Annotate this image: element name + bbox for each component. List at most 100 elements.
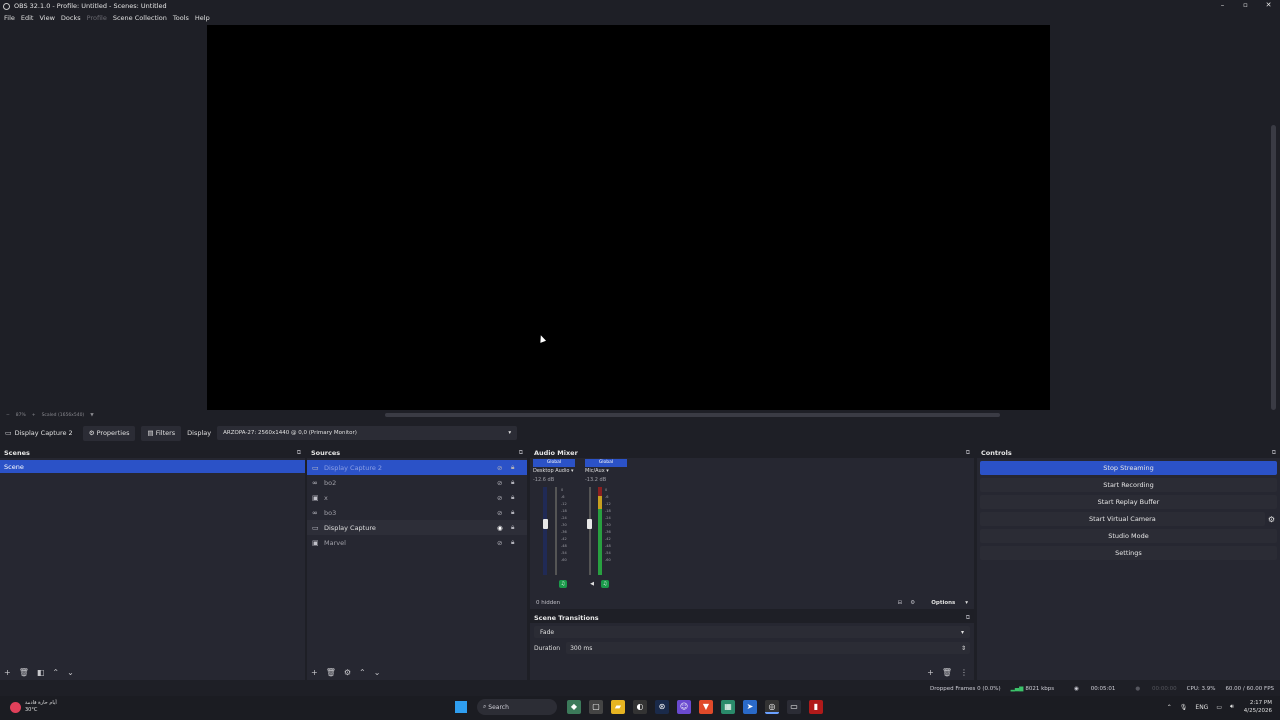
undock-icon[interactable]: ⧉	[966, 614, 970, 622]
preview-vertical-scrollbar[interactable]	[1268, 25, 1280, 410]
tray-overflow-icon[interactable]: ⌃	[1167, 704, 1172, 711]
settings-button[interactable]: Settings	[980, 546, 1277, 560]
zoom-dropdown-icon[interactable]: ▼	[90, 413, 93, 418]
add-scene-icon[interactable]: +	[4, 668, 11, 677]
discord-icon[interactable]: ☺	[677, 700, 691, 714]
menu-profile[interactable]: Profile	[87, 14, 107, 22]
source-row[interactable]: ▣ x ⊘ 🔒︎	[307, 490, 527, 505]
display-select[interactable]: ARZOPA-27: 2560x1440 @ 0,0 (Primary Moni…	[217, 426, 518, 440]
source-properties-icon[interactable]: ⚙	[344, 668, 351, 677]
menu-scene-collection[interactable]: Scene Collection	[113, 14, 167, 22]
menu-view[interactable]: View	[39, 14, 54, 22]
file-explorer-icon[interactable]: ▰	[611, 700, 625, 714]
visibility-hidden-icon[interactable]: ⊘	[497, 494, 502, 502]
undock-icon[interactable]: ⧉	[966, 449, 970, 457]
undock-icon[interactable]: ⧉	[1272, 449, 1276, 457]
move-up-icon[interactable]: ⌃	[52, 668, 59, 677]
source-row[interactable]: ▭ Display Capture 2 ⊘ 🔒︎	[307, 460, 527, 475]
network-icon[interactable]: ▭	[1216, 704, 1222, 711]
remove-source-icon[interactable]: 🗑	[326, 668, 336, 677]
volume-fader-track[interactable]	[589, 487, 591, 575]
source-row[interactable]: ▣ Marvel ⊘ 🔒︎	[307, 535, 527, 550]
zoom-out-button[interactable]: −	[6, 413, 10, 418]
menu-help[interactable]: Help	[195, 14, 210, 22]
start-virtual-camera-button[interactable]: Start Virtual Camera	[980, 512, 1265, 526]
visibility-hidden-icon[interactable]: ⊘	[497, 464, 502, 472]
widget-app-icon[interactable]: ◆	[567, 700, 581, 714]
scene-filters-icon[interactable]: ◧	[37, 668, 45, 677]
visibility-icon[interactable]: ◉	[497, 524, 503, 532]
lock-icon[interactable]: 🔒︎	[511, 508, 514, 517]
mixer-layout-icon[interactable]: ⊟	[898, 600, 903, 606]
add-transition-icon[interactable]: +	[927, 668, 934, 677]
remove-scene-icon[interactable]: 🗑	[19, 668, 29, 677]
app-icon[interactable]: ▮	[809, 700, 823, 714]
menu-file[interactable]: File	[4, 14, 15, 22]
move-down-icon[interactable]: ⌄	[374, 668, 381, 677]
studio-mode-button[interactable]: Studio Mode	[980, 529, 1277, 543]
spin-arrows-icon[interactable]: ⇕	[961, 645, 966, 652]
more-options-icon[interactable]: ⋮	[960, 668, 968, 677]
task-view-icon[interactable]: ▢	[589, 700, 603, 714]
source-row[interactable]: ∞ bo3 ⊘ 🔒︎	[307, 505, 527, 520]
brave-browser-icon[interactable]: ▼	[699, 700, 713, 714]
lock-icon[interactable]: 🔒︎	[511, 463, 514, 472]
undock-icon[interactable]: ⧉	[297, 449, 301, 457]
lock-icon[interactable]: 🔒︎	[511, 523, 514, 532]
transition-select[interactable]: Fade ▾	[534, 626, 970, 638]
zoom-in-button[interactable]: +	[32, 413, 36, 418]
preview-canvas[interactable]	[207, 25, 1050, 410]
taskbar-search[interactable]: ⌕ Search	[477, 699, 557, 715]
lock-icon[interactable]: 🔒︎	[511, 478, 514, 487]
add-source-icon[interactable]: +	[311, 668, 318, 677]
minimize-icon[interactable]: –	[1211, 0, 1234, 12]
move-down-icon[interactable]: ⌄	[67, 668, 74, 677]
obs-taskbar-icon[interactable]: ◎	[765, 700, 779, 714]
menu-docks[interactable]: Docks	[61, 14, 81, 22]
duration-spinbox[interactable]: 300 ms ⇕	[566, 642, 970, 654]
channel-name[interactable]: Mic/Aux ▾	[585, 467, 627, 476]
move-up-icon[interactable]: ⌃	[359, 668, 366, 677]
properties-button[interactable]: ⚙ Properties	[82, 425, 136, 441]
preview-horizontal-scrollbar[interactable]	[385, 413, 1000, 417]
gear-icon[interactable]: ⚙	[1268, 515, 1275, 524]
windows-start-icon[interactable]	[455, 701, 467, 713]
scene-list-item[interactable]: Scene	[0, 460, 305, 473]
mixer-options-button[interactable]: Options ▾	[923, 600, 968, 606]
volume-fader-handle[interactable]	[543, 519, 548, 529]
menu-edit[interactable]: Edit	[21, 14, 34, 22]
stop-streaming-button[interactable]: Stop Streaming	[980, 461, 1277, 475]
terminal-icon[interactable]: ▭	[787, 700, 801, 714]
steam-icon[interactable]: ⊛	[655, 700, 669, 714]
preview-area[interactable]	[0, 25, 1268, 410]
close-icon[interactable]: ✕	[1257, 0, 1280, 12]
app-icon[interactable]: ◐	[633, 700, 647, 714]
start-recording-button[interactable]: Start Recording	[980, 478, 1277, 492]
scrollbar-thumb[interactable]	[1271, 125, 1276, 410]
weather-widget[interactable]: أيام حارة قادمة 30°C	[10, 700, 57, 714]
visibility-hidden-icon[interactable]: ⊘	[497, 539, 502, 547]
headphone-monitor-icon[interactable]: ♫	[601, 580, 609, 588]
source-row[interactable]: ∞ bo2 ⊘ 🔒︎	[307, 475, 527, 490]
source-row[interactable]: ▭ Display Capture ◉ 🔒︎	[307, 520, 527, 535]
channel-name[interactable]: Desktop Audio ▾	[533, 467, 575, 476]
mixer-advanced-icon[interactable]: ⚙	[910, 600, 915, 606]
language-indicator[interactable]: ENG	[1195, 704, 1208, 711]
lock-icon[interactable]: 🔒︎	[511, 493, 514, 502]
telegram-icon[interactable]: ➤	[743, 700, 757, 714]
visibility-hidden-icon[interactable]: ⊘	[497, 509, 502, 517]
app-icon[interactable]: ▦	[721, 700, 735, 714]
menu-tools[interactable]: Tools	[173, 14, 189, 22]
lock-icon[interactable]: 🔒︎	[511, 538, 514, 547]
maximize-icon[interactable]: ▫	[1234, 0, 1257, 12]
zoom-mode[interactable]: Scaled (1656x540)	[42, 413, 85, 418]
remove-transition-icon[interactable]: 🗑	[942, 668, 952, 677]
microphone-icon[interactable]: 🎙︎	[1180, 704, 1188, 711]
clock[interactable]: 2:17 PM 4/25/2026	[1244, 699, 1272, 715]
headphone-monitor-icon[interactable]: ♫	[559, 580, 567, 588]
undock-icon[interactable]: ⧉	[519, 449, 523, 457]
volume-fader-handle[interactable]	[587, 519, 592, 529]
start-replay-buffer-button[interactable]: Start Replay Buffer	[980, 495, 1277, 509]
volume-fader-track[interactable]	[555, 487, 557, 575]
volume-icon[interactable]: 🔊︎	[1230, 703, 1234, 711]
